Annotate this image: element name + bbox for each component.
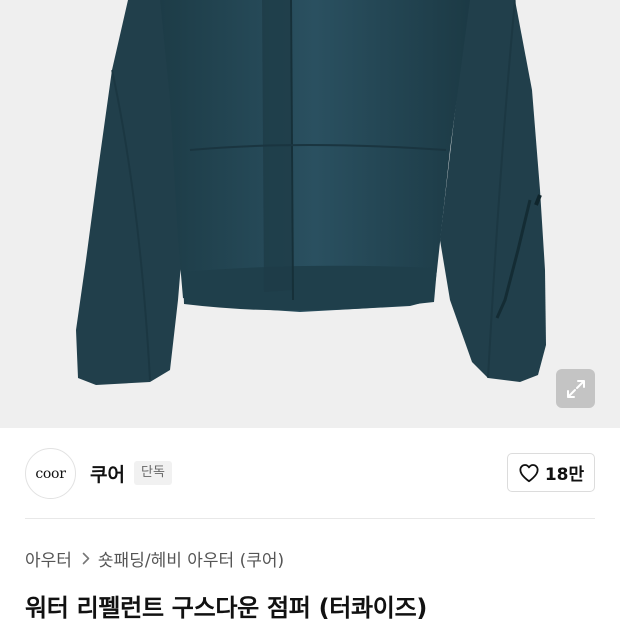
breadcrumb-item-category[interactable]: 아우터 [25, 546, 72, 571]
like-button[interactable]: 18만 [507, 453, 595, 492]
chevron-right-icon [82, 552, 90, 565]
product-image[interactable] [0, 0, 620, 428]
brand-name[interactable]: 쿠어 [90, 460, 125, 487]
expand-icon [566, 379, 585, 398]
brand-logo-text: coor [35, 465, 66, 482]
breadcrumb-item-subcategory[interactable]: 숏패딩/헤비 아우터 (쿠어) [98, 546, 284, 571]
exclusive-badge: 단독 [134, 461, 172, 485]
expand-image-button[interactable] [556, 369, 595, 408]
divider [25, 518, 595, 519]
product-title: 워터 리펠런트 구스다운 점퍼 (터콰이즈) [25, 594, 428, 620]
brand-logo[interactable]: coor [25, 448, 76, 499]
breadcrumb: 아우터 숏패딩/헤비 아우터 (쿠어) [25, 546, 284, 571]
jacket-image [76, 0, 546, 385]
like-count: 18만 [544, 465, 585, 485]
brand-row: coor 쿠어 단독 18만 [0, 428, 620, 519]
heart-icon [519, 463, 539, 482]
